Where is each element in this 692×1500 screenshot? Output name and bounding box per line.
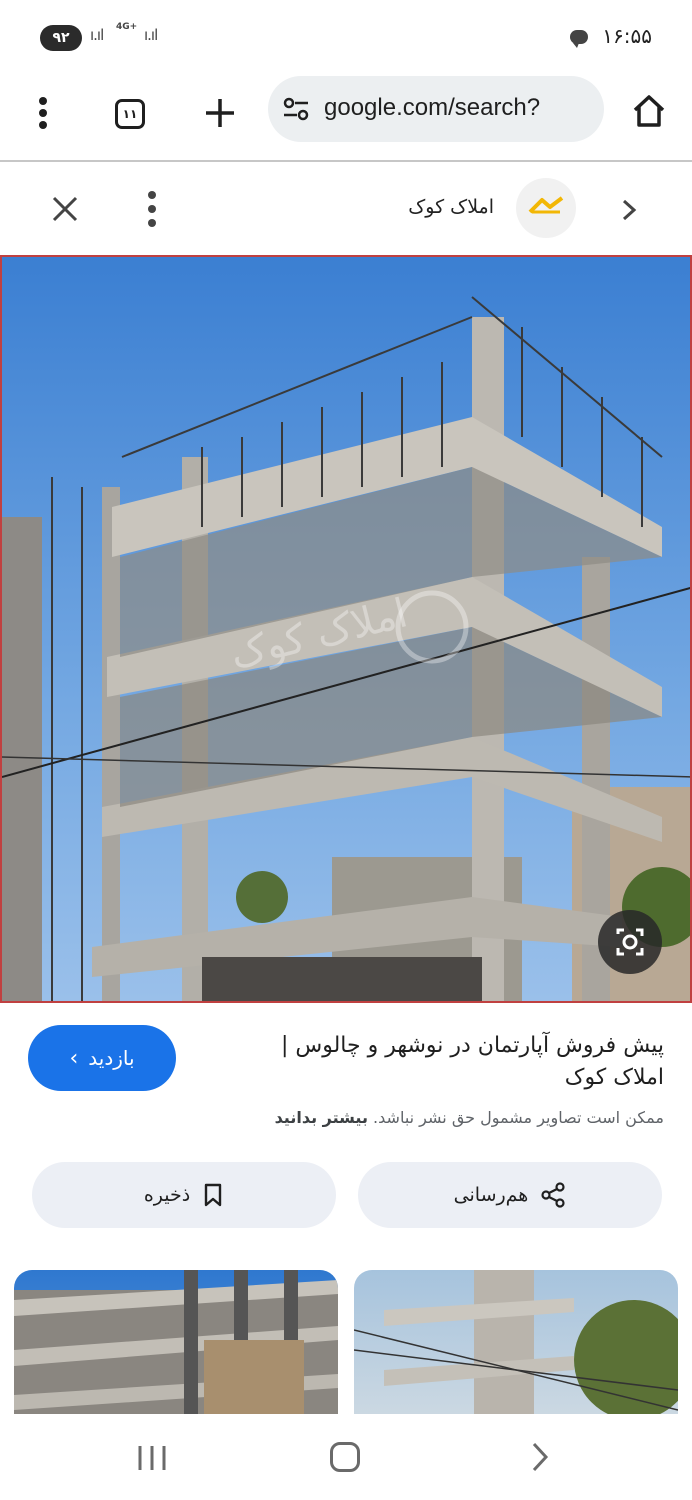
share-icon — [541, 1182, 565, 1208]
next-image-button[interactable] — [612, 190, 646, 230]
home-button[interactable] — [626, 88, 672, 134]
back-icon — [532, 1442, 549, 1472]
building-thumbnail-left — [14, 1270, 338, 1414]
battery-indicator: ۹۲ — [40, 25, 82, 51]
site-logo-icon — [528, 196, 564, 214]
browser-menu-button[interactable] — [20, 90, 66, 136]
building-thumbnail-right — [354, 1270, 678, 1414]
image-viewer-header: املاک کوک — [0, 164, 692, 254]
tab-switcher-button[interactable]: ۱۱ — [108, 92, 152, 136]
clock: ۱۶:۵۵ — [602, 24, 652, 48]
back-button[interactable] — [526, 1440, 554, 1474]
recents-icon — [138, 1446, 166, 1470]
google-lens-button[interactable] — [598, 910, 662, 974]
close-icon — [52, 196, 78, 222]
result-title[interactable]: پیش فروش آپارتمان در نوشهر و چالوس | امل… — [224, 1030, 664, 1094]
system-navigation-bar — [0, 1414, 692, 1500]
new-tab-button[interactable] — [198, 90, 242, 136]
more-options-button[interactable] — [132, 186, 172, 232]
tab-count: ۱۱ — [115, 99, 145, 129]
recents-button[interactable] — [136, 1444, 168, 1472]
related-image-thumbnail[interactable] — [354, 1270, 678, 1414]
network-type: 4G+ — [116, 22, 138, 32]
more-vertical-icon — [148, 191, 156, 227]
browser-toolbar: ۱۱ google.com/search? — [0, 70, 692, 162]
address-bar[interactable]: google.com/search? — [268, 76, 604, 142]
plus-icon — [206, 99, 234, 127]
learn-more-link[interactable]: بیشتر بدانید — [275, 1108, 368, 1127]
copyright-notice: ممکن است تصاویر مشمول حق نشر نباشد. بیشت… — [275, 1108, 664, 1127]
home-icon — [633, 95, 665, 127]
copyright-text: ممکن است تصاویر مشمول حق نشر نباشد. — [373, 1108, 664, 1127]
site-settings-icon[interactable] — [282, 96, 310, 122]
message-notification-icon — [570, 30, 588, 48]
related-image-thumbnail[interactable] — [14, 1270, 338, 1414]
result-image[interactable]: املاک کوک — [0, 255, 692, 1003]
more-vertical-icon — [39, 97, 47, 129]
save-label: ذخیره — [143, 1184, 191, 1206]
visit-button[interactable]: بازدید › — [28, 1025, 176, 1091]
site-logo[interactable] — [516, 178, 576, 238]
building-construction-photo: املاک کوک — [2, 296, 690, 1001]
lens-icon — [616, 928, 644, 956]
site-name[interactable]: املاک کوک — [408, 196, 494, 218]
chevron-right-icon — [622, 199, 637, 221]
chevron-left-icon: › — [69, 1045, 79, 1071]
signal-strength-icon-2: ı.ıl — [144, 26, 158, 44]
status-bar: ۹۲ ı.ıl 4G+ ı.ıl ۱۶:۵۵ — [0, 0, 692, 70]
share-button[interactable]: هم‌رسانی — [358, 1162, 662, 1228]
visit-label: بازدید — [88, 1046, 135, 1070]
close-button[interactable] — [44, 188, 86, 230]
url-text: google.com/search? — [324, 94, 541, 121]
home-nav-button[interactable] — [330, 1442, 360, 1472]
signal-strength-icon: ı.ıl — [90, 26, 104, 44]
share-label: هم‌رسانی — [453, 1184, 529, 1206]
bookmark-icon — [205, 1183, 222, 1207]
save-button[interactable]: ذخیره — [32, 1162, 336, 1228]
